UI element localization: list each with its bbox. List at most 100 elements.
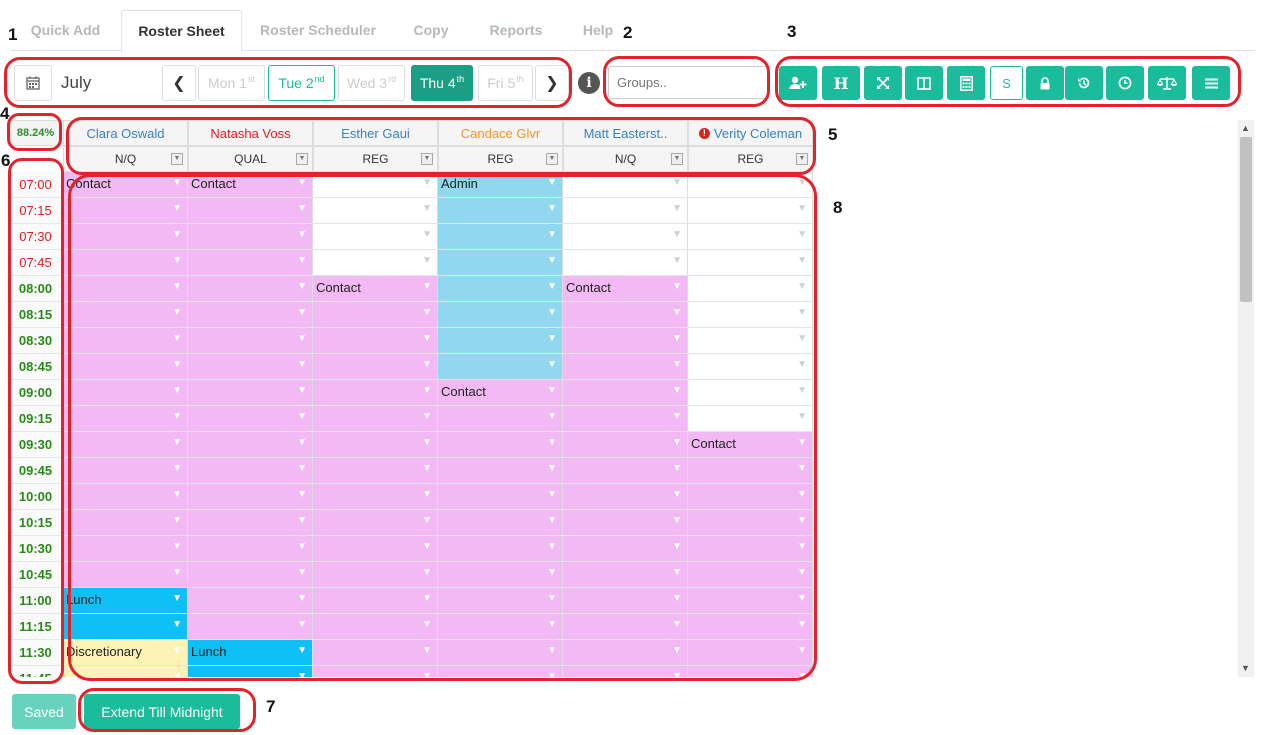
shift-cell[interactable]: ▼	[688, 276, 813, 302]
shift-cell[interactable]: ▼	[63, 458, 188, 484]
dropdown-arrow-icon[interactable]: ▼	[797, 515, 807, 526]
vertical-scrollbar[interactable]: ▲ ▼	[1238, 120, 1254, 677]
calculator-button[interactable]	[947, 66, 985, 100]
shift-cell[interactable]: ▼	[688, 510, 813, 536]
shift-cell[interactable]: ▼	[563, 328, 688, 354]
clock-button[interactable]	[1106, 66, 1144, 100]
shift-cell[interactable]: ▼	[563, 432, 688, 458]
columns-button[interactable]	[905, 66, 943, 100]
dropdown-arrow-icon[interactable]: ▼	[672, 255, 682, 266]
dropdown-arrow-icon[interactable]: ▼	[672, 515, 682, 526]
shift-cell[interactable]: ▼	[438, 640, 563, 666]
dropdown-icon[interactable]: ▼	[421, 153, 433, 165]
lock-button[interactable]	[1026, 66, 1064, 100]
dropdown-arrow-icon[interactable]: ▼	[797, 541, 807, 552]
shift-cell[interactable]: ▼	[688, 198, 813, 224]
dropdown-arrow-icon[interactable]: ▼	[297, 671, 307, 677]
dropdown-arrow-icon[interactable]: ▼	[797, 307, 807, 318]
dropdown-arrow-icon[interactable]: ▼	[297, 203, 307, 214]
dropdown-arrow-icon[interactable]: ▼	[797, 281, 807, 292]
dropdown-icon[interactable]: ▼	[171, 153, 183, 165]
dropdown-arrow-icon[interactable]: ▼	[297, 177, 307, 188]
dropdown-arrow-icon[interactable]: ▼	[672, 177, 682, 188]
shift-cell[interactable]: ▼	[438, 484, 563, 510]
dropdown-arrow-icon[interactable]: ▼	[297, 463, 307, 474]
shift-cell[interactable]: ▼	[63, 484, 188, 510]
dropdown-icon[interactable]: ▼	[546, 153, 558, 165]
shift-cell[interactable]: ▼	[63, 432, 188, 458]
dropdown-arrow-icon[interactable]: ▼	[672, 541, 682, 552]
dropdown-arrow-icon[interactable]: ▼	[547, 255, 557, 266]
dropdown-arrow-icon[interactable]: ▼	[172, 463, 182, 474]
staff-type-select[interactable]: N/Q ▼	[63, 146, 188, 172]
dropdown-arrow-icon[interactable]: ▼	[422, 645, 432, 656]
dropdown-arrow-icon[interactable]: ▼	[547, 671, 557, 677]
s-button[interactable]: S	[990, 66, 1023, 100]
next-day-button[interactable]: ❯	[535, 65, 569, 101]
shift-cell[interactable]: ▼	[438, 224, 563, 250]
dropdown-arrow-icon[interactable]: ▼	[297, 593, 307, 604]
dropdown-arrow-icon[interactable]: ▼	[297, 359, 307, 370]
shift-cell[interactable]: ▼	[688, 328, 813, 354]
dropdown-arrow-icon[interactable]: ▼	[172, 255, 182, 266]
dropdown-arrow-icon[interactable]: ▼	[172, 619, 182, 630]
shift-cell[interactable]: ▼	[313, 328, 438, 354]
shift-cell[interactable]: ▼	[688, 224, 813, 250]
shift-cell[interactable]: ▼	[188, 458, 313, 484]
dropdown-arrow-icon[interactable]: ▼	[797, 333, 807, 344]
menu-button[interactable]	[1192, 66, 1230, 100]
dropdown-arrow-icon[interactable]: ▼	[422, 619, 432, 630]
dropdown-arrow-icon[interactable]: ▼	[422, 359, 432, 370]
shift-cell[interactable]: ▼	[563, 172, 688, 198]
shift-cell[interactable]: Contact ▼	[63, 172, 188, 198]
shift-cell[interactable]: ▼	[188, 406, 313, 432]
dropdown-arrow-icon[interactable]: ▼	[172, 489, 182, 500]
dropdown-arrow-icon[interactable]: ▼	[422, 489, 432, 500]
dropdown-arrow-icon[interactable]: ▼	[172, 307, 182, 318]
dropdown-arrow-icon[interactable]: ▼	[547, 619, 557, 630]
shift-cell[interactable]: ▼	[63, 666, 188, 677]
balance-button[interactable]	[1148, 66, 1186, 100]
dropdown-arrow-icon[interactable]: ▼	[797, 411, 807, 422]
shift-cell[interactable]: ▼	[438, 198, 563, 224]
shift-cell[interactable]: ▼	[313, 588, 438, 614]
dropdown-arrow-icon[interactable]: ▼	[797, 567, 807, 578]
shift-cell[interactable]: ▼	[313, 458, 438, 484]
groups-input[interactable]	[608, 66, 768, 99]
dropdown-arrow-icon[interactable]: ▼	[672, 619, 682, 630]
staff-header[interactable]: Natasha Voss	[188, 120, 313, 146]
shift-cell[interactable]: ▼	[563, 588, 688, 614]
dropdown-arrow-icon[interactable]: ▼	[547, 593, 557, 604]
dropdown-arrow-icon[interactable]: ▼	[422, 203, 432, 214]
shift-cell[interactable]: ▼	[63, 406, 188, 432]
add-staff-button[interactable]	[779, 66, 817, 100]
tab-roster-scheduler[interactable]: Roster Scheduler	[251, 10, 385, 51]
dropdown-arrow-icon[interactable]: ▼	[297, 281, 307, 292]
dropdown-arrow-icon[interactable]: ▼	[797, 619, 807, 630]
shift-cell[interactable]: ▼	[313, 510, 438, 536]
shift-cell[interactable]: Contact ▼	[313, 276, 438, 302]
shift-cell[interactable]: ▼	[188, 354, 313, 380]
dropdown-arrow-icon[interactable]: ▼	[297, 437, 307, 448]
dropdown-arrow-icon[interactable]: ▼	[172, 645, 182, 656]
dropdown-arrow-icon[interactable]: ▼	[172, 385, 182, 396]
dropdown-arrow-icon[interactable]: ▼	[672, 411, 682, 422]
shift-cell[interactable]: ▼	[688, 354, 813, 380]
shift-cell[interactable]: ▼	[563, 380, 688, 406]
shift-cell[interactable]: ▼	[688, 458, 813, 484]
shift-cell[interactable]: ▼	[188, 276, 313, 302]
dropdown-arrow-icon[interactable]: ▼	[172, 515, 182, 526]
dropdown-arrow-icon[interactable]: ▼	[672, 307, 682, 318]
shift-cell[interactable]: Contact ▼	[188, 172, 313, 198]
dropdown-arrow-icon[interactable]: ▼	[547, 489, 557, 500]
dropdown-arrow-icon[interactable]: ▼	[797, 255, 807, 266]
scroll-down-icon[interactable]: ▼	[1241, 663, 1250, 673]
staff-type-select[interactable]: REG ▼	[438, 146, 563, 172]
shift-cell[interactable]: ▼	[438, 588, 563, 614]
staff-type-select[interactable]: QUAL ▼	[188, 146, 313, 172]
shift-cell[interactable]: ▼	[563, 406, 688, 432]
dropdown-icon[interactable]: ▼	[796, 153, 808, 165]
tab-roster-sheet[interactable]: Roster Sheet	[121, 10, 242, 52]
day-button-wed[interactable]: Wed 3rd	[338, 65, 405, 101]
dropdown-arrow-icon[interactable]: ▼	[797, 177, 807, 188]
